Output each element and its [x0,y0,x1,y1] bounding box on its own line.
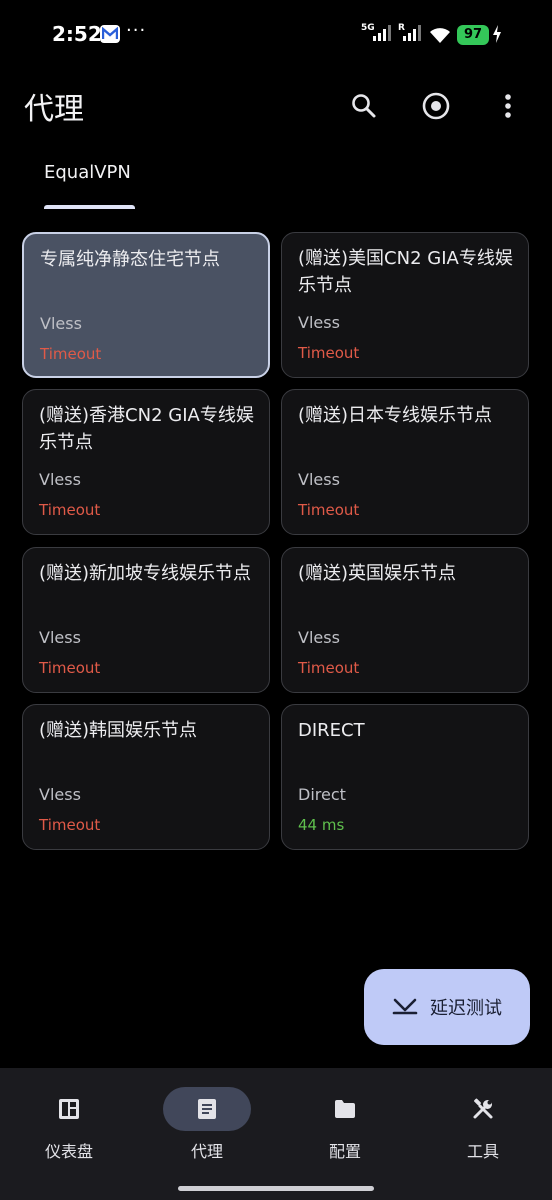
article-icon [198,1099,216,1119]
tab-equalvpn[interactable]: EqualVPN [44,162,131,183]
target-icon [422,92,450,120]
locate-button[interactable] [416,86,456,126]
nav-label: 仪表盘 [44,1142,93,1161]
status-time: 2:52 [52,22,102,46]
proxy-card[interactable]: (赠送)日本专线娱乐节点 Vless Timeout [281,389,529,535]
nav-profiles[interactable]: 配置 [276,1068,414,1168]
proxy-card[interactable]: DIRECT Direct 44 ms [281,704,529,850]
proxy-card[interactable]: 专属纯净静态住宅节点 Vless Timeout [22,232,270,378]
proxy-card[interactable]: (赠送)英国娱乐节点 Vless Timeout [281,547,529,693]
proxy-card[interactable]: (赠送)新加坡专线娱乐节点 Vless Timeout [22,547,270,693]
nav-proxy[interactable]: 代理 [138,1068,276,1168]
signal-icon [373,25,391,41]
more-vert-icon [505,94,511,118]
search-button[interactable] [344,86,384,126]
proxy-name: (赠送)英国娱乐节点 [298,563,457,584]
proxy-delay: 44 ms [298,816,345,834]
proxy-delay: Timeout [39,501,101,519]
proxy-card[interactable]: (赠送)香港CN2 GIA专线娱乐节点 Vless Timeout [22,389,270,535]
tools-icon [473,1098,493,1119]
proxy-name: (赠送)日本专线娱乐节点 [298,405,493,426]
proxy-delay: Timeout [39,816,101,834]
tab-indicator [44,205,135,209]
proxy-name: (赠送)新加坡专线娱乐节点 [39,563,252,584]
nav-label: 配置 [328,1142,361,1161]
proxy-type: Vless [39,785,81,804]
mail-notification-icon [100,25,120,43]
charging-icon [493,25,501,43]
proxy-name: (赠送)韩国娱乐节点 [39,720,198,741]
proxy-delay: Timeout [40,345,102,363]
more-notifications: ··· [126,20,147,41]
proxy-delay: Timeout [298,501,360,519]
folder-icon [335,1100,355,1118]
proxy-delay: Timeout [39,659,101,677]
proxy-name: DIRECT [298,720,365,741]
proxy-type: Vless [40,314,82,333]
proxy-type: Vless [39,628,81,647]
wifi-icon [430,28,450,43]
proxy-card[interactable]: (赠送)韩国娱乐节点 Vless Timeout [22,704,270,850]
status-bar: 2:52 ··· 5G R 97 [0,0,552,72]
proxy-name: (赠送)美国CN2 GIA专线娱乐节点 [298,248,513,296]
latency-test-label: 延迟测试 [430,998,502,1019]
speed-test-icon [392,998,418,1015]
proxy-delay: Timeout [298,344,360,362]
proxy-type: Direct [298,785,346,804]
proxy-type: Vless [298,628,340,647]
bottom-navigation: 仪表盘 代理 配置 工具 [0,1068,552,1200]
nav-label: 代理 [190,1142,223,1161]
proxy-name: 专属纯净静态住宅节点 [40,249,220,270]
more-options-button[interactable] [488,86,528,126]
nav-label: 工具 [466,1142,499,1161]
nav-dashboard[interactable]: 仪表盘 [0,1068,138,1168]
page-title: 代理 [24,92,84,127]
dashboard-icon [59,1099,79,1119]
search-icon [352,94,376,118]
proxy-type: Vless [39,470,81,489]
proxy-name: (赠送)香港CN2 GIA专线娱乐节点 [39,405,254,453]
nav-tools[interactable]: 工具 [414,1068,552,1168]
home-indicator [178,1186,374,1191]
proxy-type: Vless [298,470,340,489]
battery-level: 97 [457,25,489,45]
latency-test-button[interactable]: 延迟测试 [364,969,530,1045]
signal-icon-2 [403,25,421,41]
proxy-delay: Timeout [298,659,360,677]
proxy-card[interactable]: (赠送)美国CN2 GIA专线娱乐节点 Vless Timeout [281,232,529,378]
proxy-type: Vless [298,313,340,332]
